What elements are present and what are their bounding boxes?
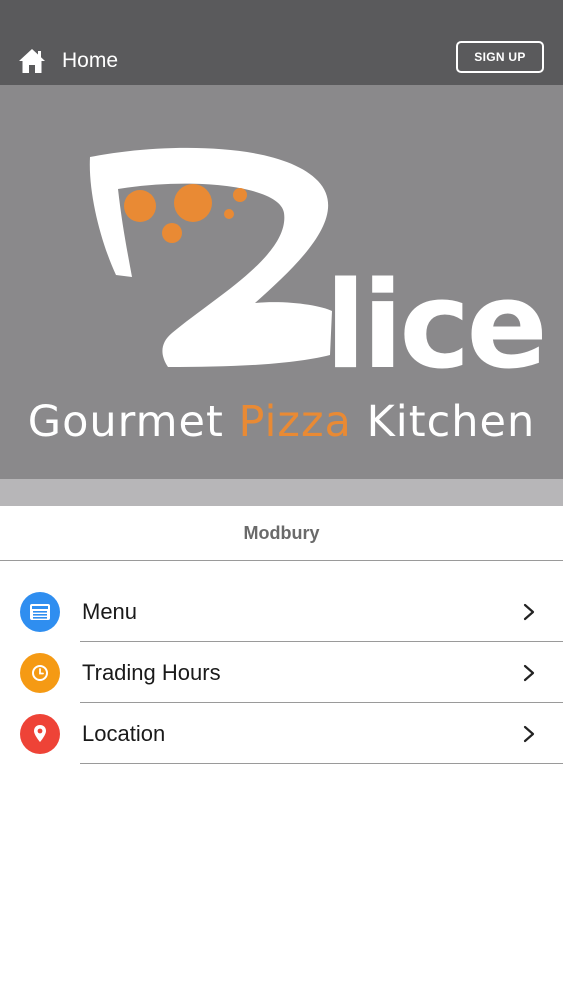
home-button[interactable]: Home: [18, 44, 118, 78]
home-label: Home: [62, 49, 119, 72]
tagline-part1: Gourmet: [27, 397, 239, 447]
zlice-logo: lice: [89, 147, 548, 385]
menu-item-label: Menu: [82, 599, 138, 624]
sign-up-button[interactable]: SIGN UP: [456, 41, 544, 73]
chevron-right-icon: [523, 664, 535, 682]
tagline-part2: Kitchen: [351, 397, 536, 447]
location-name: Modbury: [0, 506, 563, 561]
clock-icon: [20, 653, 60, 693]
tagline-accent: Pizza: [238, 397, 352, 447]
chevron-right-icon: [523, 725, 535, 743]
location-label: Location: [82, 721, 166, 746]
chevron-right-icon: [523, 603, 535, 621]
logo-text: lice: [325, 257, 544, 385]
banner-strip: [0, 479, 563, 506]
divider: [80, 763, 563, 764]
home-icon: [19, 49, 45, 73]
menu-list: Menu Trading Hours Location: [0, 581, 563, 764]
trading-hours-label: Trading Hours: [82, 660, 221, 685]
tagline: Gourmet Pizza Kitchen: [0, 397, 563, 447]
list-item-trading-hours[interactable]: Trading Hours: [0, 642, 563, 703]
list-item-location[interactable]: Location: [0, 703, 563, 764]
top-bar: Home SIGN UP: [0, 0, 563, 85]
map-pin-icon: [20, 714, 60, 754]
menu-list-icon: [20, 592, 60, 632]
list-item-menu[interactable]: Menu: [0, 581, 563, 642]
hero-banner: lice Gourmet Pizza Kitchen: [0, 85, 563, 479]
